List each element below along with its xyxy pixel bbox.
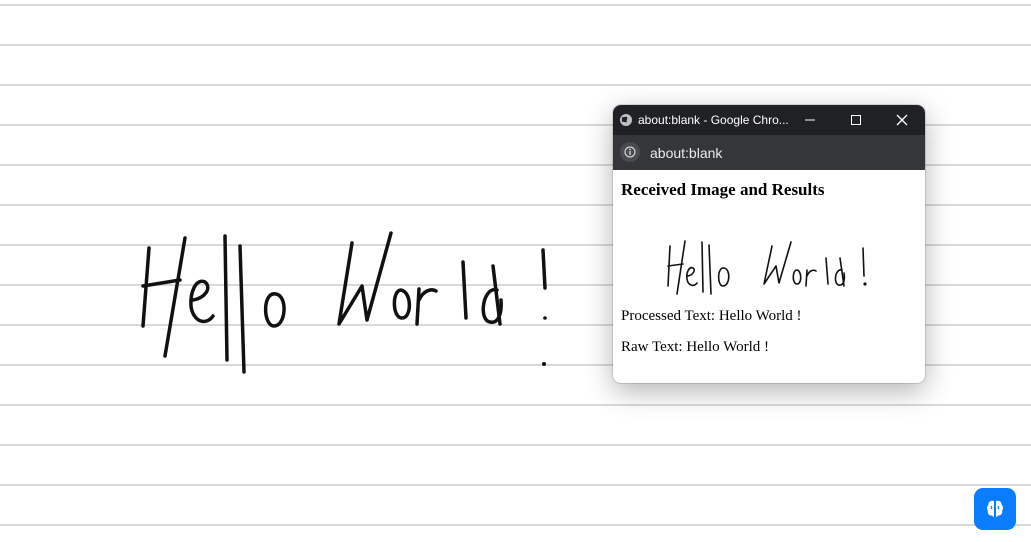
received-image	[621, 236, 917, 300]
brain-icon	[986, 500, 1004, 517]
raw-text: Raw Text: Hello World !	[621, 339, 770, 355]
window-title: about:blank - Google Chro...	[638, 113, 789, 127]
globe-icon	[619, 113, 633, 127]
title-bar[interactable]: about:blank - Google Chro...	[613, 105, 925, 135]
ai-assistant-button[interactable]	[974, 488, 1016, 530]
minimize-icon	[805, 119, 815, 121]
close-button[interactable]	[879, 105, 925, 135]
address-bar[interactable]: about:blank	[613, 135, 925, 170]
handwritten-text	[141, 231, 547, 374]
url-text: about:blank	[650, 145, 723, 161]
page-heading: Received Image and Results	[621, 180, 825, 199]
info-icon[interactable]	[620, 142, 640, 162]
maximize-button[interactable]	[833, 105, 879, 135]
processed-text: Processed Text: Hello World !	[621, 308, 802, 324]
received-handwriting-image	[667, 240, 867, 295]
minimize-button[interactable]	[787, 105, 833, 135]
result-popup-window[interactable]: about:blank - Google Chro... about:blank…	[613, 105, 925, 383]
maximize-icon	[851, 115, 861, 125]
close-icon	[896, 114, 908, 126]
page-content: Received Image and Results Processed Tex…	[613, 170, 925, 364]
